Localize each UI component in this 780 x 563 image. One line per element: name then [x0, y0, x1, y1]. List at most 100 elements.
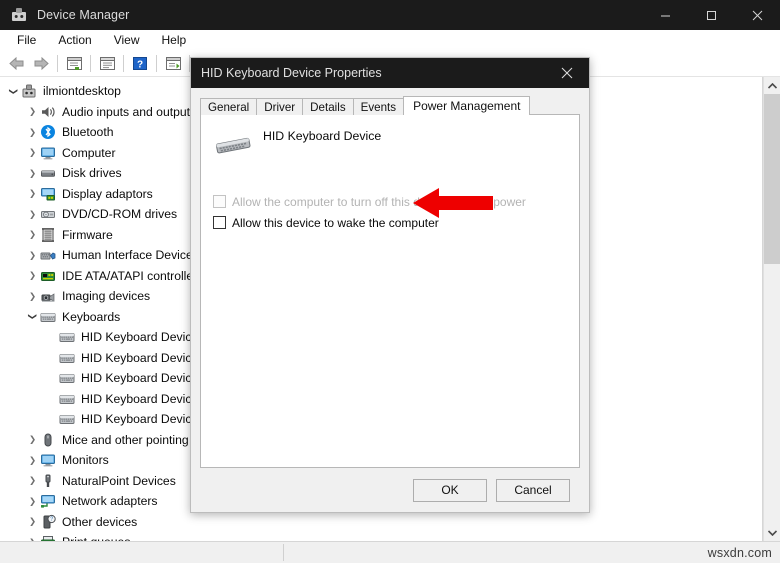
power-options-group: Allow the computer to turn off this devi… — [213, 191, 579, 233]
keyboard-device-icon — [213, 127, 255, 161]
menu-item-file[interactable]: File — [6, 31, 47, 49]
display-adapter-icon — [40, 186, 57, 202]
chevron-right-icon[interactable] — [25, 450, 40, 470]
chevron-right-icon[interactable] — [25, 532, 40, 541]
tab-events[interactable]: Events — [352, 98, 405, 115]
checkbox-row: Allow the computer to turn off this devi… — [213, 191, 579, 212]
tree-item-label: HID Keyboard Device — [81, 330, 199, 345]
tree-item[interactable]: Print queues — [0, 532, 762, 541]
tree-item-label: Bluetooth — [62, 125, 114, 140]
camera-icon — [40, 288, 57, 304]
red-arrow-annotation — [413, 185, 493, 221]
chevron-right-icon[interactable] — [25, 491, 40, 511]
chevron-right-icon[interactable] — [25, 143, 40, 163]
device-properties-dialog: HID Keyboard Device Properties General Dr… — [190, 57, 590, 513]
chevron-right-icon[interactable] — [25, 266, 40, 286]
forward-icon[interactable] — [29, 53, 53, 75]
keyboard-icon — [59, 370, 76, 386]
tree-item-label: Computer — [62, 145, 116, 160]
cancel-button[interactable]: Cancel — [496, 478, 570, 502]
chevron-right-icon[interactable] — [25, 245, 40, 265]
back-icon[interactable] — [5, 53, 29, 75]
properties-icon[interactable] — [95, 53, 119, 75]
dialog-titlebar: HID Keyboard Device Properties — [191, 58, 589, 88]
menu-item-action[interactable]: Action — [47, 31, 102, 49]
optical-drive-icon — [40, 206, 57, 222]
toolbar-separator — [57, 55, 58, 72]
menu-item-help[interactable]: Help — [151, 31, 198, 49]
chevron-right-icon[interactable] — [25, 471, 40, 491]
tab-details[interactable]: Details — [302, 98, 354, 115]
minimize-button[interactable] — [642, 0, 688, 30]
maximize-button[interactable] — [688, 0, 734, 30]
status-separator — [283, 544, 284, 561]
tree-vertical-scrollbar[interactable] — [763, 77, 780, 541]
menu-item-view[interactable]: View — [103, 31, 151, 49]
keyboard-icon — [59, 350, 76, 366]
scan-for-hardware-changes-icon[interactable] — [161, 53, 185, 75]
tree-item-label: IDE ATA/ATAPI controllers — [62, 268, 204, 283]
tree-item-label: NaturalPoint Devices — [62, 473, 176, 488]
chevron-down-icon[interactable] — [25, 307, 40, 327]
dialog-close-button[interactable] — [545, 58, 589, 88]
chevron-right-icon[interactable] — [25, 163, 40, 183]
allow-turn-off-device-checkbox — [213, 195, 226, 208]
checkbox-row[interactable]: Allow this device to wake the computer — [213, 212, 579, 233]
tree-item-label: Network adapters — [62, 494, 158, 509]
dialog-body: General Driver Details Events Power Manageme… — [191, 88, 589, 512]
device-header: HID Keyboard Device — [201, 115, 579, 161]
ok-button[interactable]: OK — [413, 478, 487, 502]
close-button[interactable] — [734, 0, 780, 30]
chevron-right-icon[interactable] — [25, 122, 40, 142]
tree-item-label: ilmiontdesktop — [43, 84, 121, 99]
chevron-right-icon[interactable] — [25, 204, 40, 224]
monitor-icon — [40, 145, 57, 161]
chevron-right-icon[interactable] — [25, 286, 40, 306]
chevron-right-icon[interactable] — [25, 225, 40, 245]
tree-item-label: Other devices — [62, 514, 138, 529]
tree-item-label: Display adaptors — [62, 186, 153, 201]
svg-text:?: ? — [137, 59, 143, 70]
tree-item[interactable]: ? Other devices — [0, 512, 762, 533]
tab-driver[interactable]: Driver — [256, 98, 304, 115]
disk-drive-icon — [40, 165, 57, 181]
tree-item-label: HID Keyboard Device — [81, 371, 199, 386]
chevron-down-icon[interactable] — [6, 81, 21, 101]
tree-item-label: DVD/CD-ROM drives — [62, 207, 178, 222]
scroll-thumb[interactable] — [764, 94, 780, 264]
firmware-icon — [40, 227, 57, 243]
scroll-track[interactable] — [764, 94, 780, 524]
tab-general[interactable]: General — [200, 98, 258, 115]
chevron-right-icon[interactable] — [25, 102, 40, 122]
chevron-right-icon[interactable] — [25, 430, 40, 450]
tree-item-label: HID Keyboard Device — [81, 412, 199, 427]
checkbox-label: Allow this device to wake the computer — [232, 215, 439, 230]
toolbar-separator — [123, 55, 124, 72]
dialog-title: HID Keyboard Device Properties — [201, 66, 382, 80]
toolbar-separator — [90, 55, 91, 72]
keyboard-icon — [40, 309, 57, 325]
watermark: wsxdn.com — [707, 545, 772, 560]
keyboard-icon — [59, 329, 76, 345]
chevron-right-icon[interactable] — [25, 184, 40, 204]
window-controls — [642, 0, 780, 30]
scroll-up-arrow-icon[interactable] — [764, 77, 780, 94]
chevron-right-icon[interactable] — [25, 512, 40, 532]
tree-item-label: Disk drives — [62, 166, 122, 181]
keyboard-icon — [59, 411, 76, 427]
tab-power-management[interactable]: Power Management — [403, 96, 531, 115]
window-titlebar: Device Manager — [0, 0, 780, 30]
mouse-icon — [40, 432, 57, 448]
allow-wake-computer-checkbox[interactable] — [213, 216, 226, 229]
help-icon[interactable]: ? — [128, 53, 152, 75]
dialog-footer: OK Cancel — [200, 468, 580, 512]
usb-device-icon — [40, 473, 57, 489]
device-name: HID Keyboard Device — [263, 129, 382, 143]
monitor-icon — [40, 452, 57, 468]
show-hide-console-tree-icon[interactable] — [62, 53, 86, 75]
tree-item-label: HID Keyboard Device — [81, 350, 199, 365]
scroll-down-arrow-icon[interactable] — [764, 524, 780, 541]
dialog-tabstrip: General Driver Details Events Power Manageme… — [200, 96, 580, 115]
